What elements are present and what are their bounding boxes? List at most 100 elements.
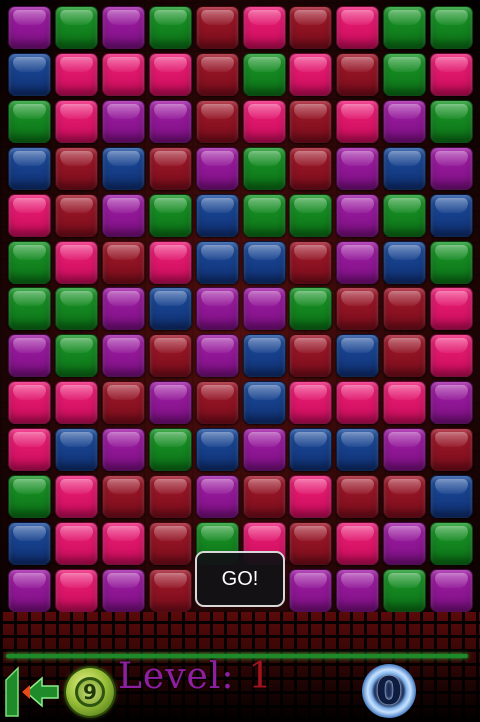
tile-green[interactable]: [55, 6, 98, 49]
tile-crimson[interactable]: [289, 522, 332, 565]
tile-purple[interactable]: [196, 334, 239, 377]
tile-crimson[interactable]: [102, 475, 145, 518]
tile-green[interactable]: [383, 569, 426, 612]
tile-blue[interactable]: [383, 147, 426, 190]
tile-purple[interactable]: [430, 569, 473, 612]
tile-purple[interactable]: [8, 6, 51, 49]
tile-pink[interactable]: [149, 53, 192, 96]
tile-green[interactable]: [383, 53, 426, 96]
tile-crimson[interactable]: [149, 334, 192, 377]
tile-purple[interactable]: [102, 569, 145, 612]
tile-green[interactable]: [8, 241, 51, 284]
tile-pink[interactable]: [289, 475, 332, 518]
tile-blue[interactable]: [430, 194, 473, 237]
tile-blue[interactable]: [8, 522, 51, 565]
tile-green[interactable]: [430, 6, 473, 49]
tile-green[interactable]: [8, 100, 51, 143]
tile-green[interactable]: [289, 194, 332, 237]
tile-pink[interactable]: [289, 53, 332, 96]
tile-crimson[interactable]: [196, 100, 239, 143]
tile-pink[interactable]: [102, 522, 145, 565]
tile-purple[interactable]: [336, 194, 379, 237]
tile-blue[interactable]: [8, 53, 51, 96]
tile-purple[interactable]: [336, 147, 379, 190]
shuffle-button[interactable]: 9: [66, 668, 114, 716]
tile-pink[interactable]: [55, 241, 98, 284]
tile-purple[interactable]: [383, 100, 426, 143]
tile-crimson[interactable]: [383, 334, 426, 377]
tile-pink[interactable]: [55, 522, 98, 565]
tile-pink[interactable]: [8, 381, 51, 424]
tile-pink[interactable]: [336, 100, 379, 143]
tile-blue[interactable]: [243, 334, 286, 377]
tile-purple[interactable]: [430, 147, 473, 190]
tile-pink[interactable]: [149, 241, 192, 284]
tile-pink[interactable]: [430, 53, 473, 96]
tile-crimson[interactable]: [149, 475, 192, 518]
tile-crimson[interactable]: [55, 194, 98, 237]
tile-pink[interactable]: [8, 194, 51, 237]
tile-pink[interactable]: [289, 381, 332, 424]
tile-pink[interactable]: [55, 53, 98, 96]
tile-pink[interactable]: [336, 6, 379, 49]
tile-blue[interactable]: [383, 241, 426, 284]
tile-crimson[interactable]: [383, 287, 426, 330]
tile-green[interactable]: [430, 522, 473, 565]
tile-blue[interactable]: [8, 147, 51, 190]
tile-crimson[interactable]: [289, 334, 332, 377]
tile-green[interactable]: [8, 475, 51, 518]
tile-pink[interactable]: [430, 287, 473, 330]
tile-pink[interactable]: [383, 381, 426, 424]
tile-purple[interactable]: [149, 381, 192, 424]
tile-purple[interactable]: [243, 287, 286, 330]
tile-green[interactable]: [383, 6, 426, 49]
tile-crimson[interactable]: [430, 428, 473, 471]
tile-purple[interactable]: [102, 194, 145, 237]
tile-crimson[interactable]: [336, 53, 379, 96]
tile-crimson[interactable]: [102, 241, 145, 284]
tile-crimson[interactable]: [289, 6, 332, 49]
tile-purple[interactable]: [102, 428, 145, 471]
tile-green[interactable]: [383, 194, 426, 237]
tile-green[interactable]: [430, 100, 473, 143]
tile-green[interactable]: [243, 194, 286, 237]
tile-blue[interactable]: [336, 334, 379, 377]
tile-blue[interactable]: [102, 147, 145, 190]
tile-purple[interactable]: [149, 100, 192, 143]
tile-pink[interactable]: [430, 334, 473, 377]
tile-purple[interactable]: [336, 569, 379, 612]
tile-blue[interactable]: [289, 428, 332, 471]
tile-blue[interactable]: [196, 428, 239, 471]
tile-green[interactable]: [149, 6, 192, 49]
tile-green[interactable]: [55, 334, 98, 377]
tile-blue[interactable]: [149, 287, 192, 330]
tile-blue[interactable]: [336, 428, 379, 471]
tile-purple[interactable]: [289, 569, 332, 612]
tile-crimson[interactable]: [196, 6, 239, 49]
tile-purple[interactable]: [196, 475, 239, 518]
tile-blue[interactable]: [196, 194, 239, 237]
tile-blue[interactable]: [196, 241, 239, 284]
tile-purple[interactable]: [336, 241, 379, 284]
tile-purple[interactable]: [196, 287, 239, 330]
tile-green[interactable]: [8, 287, 51, 330]
tile-green[interactable]: [243, 147, 286, 190]
tile-purple[interactable]: [196, 147, 239, 190]
tile-purple[interactable]: [8, 334, 51, 377]
tile-crimson[interactable]: [336, 475, 379, 518]
tile-crimson[interactable]: [149, 522, 192, 565]
tile-green[interactable]: [55, 287, 98, 330]
tile-crimson[interactable]: [243, 475, 286, 518]
tile-blue[interactable]: [55, 428, 98, 471]
tile-crimson[interactable]: [102, 381, 145, 424]
tile-purple[interactable]: [102, 6, 145, 49]
tile-green[interactable]: [243, 53, 286, 96]
tile-crimson[interactable]: [149, 147, 192, 190]
tile-crimson[interactable]: [196, 381, 239, 424]
tile-green[interactable]: [149, 428, 192, 471]
tile-purple[interactable]: [8, 569, 51, 612]
tile-green[interactable]: [149, 194, 192, 237]
tile-pink[interactable]: [102, 53, 145, 96]
tile-blue[interactable]: [243, 381, 286, 424]
tile-crimson[interactable]: [289, 147, 332, 190]
